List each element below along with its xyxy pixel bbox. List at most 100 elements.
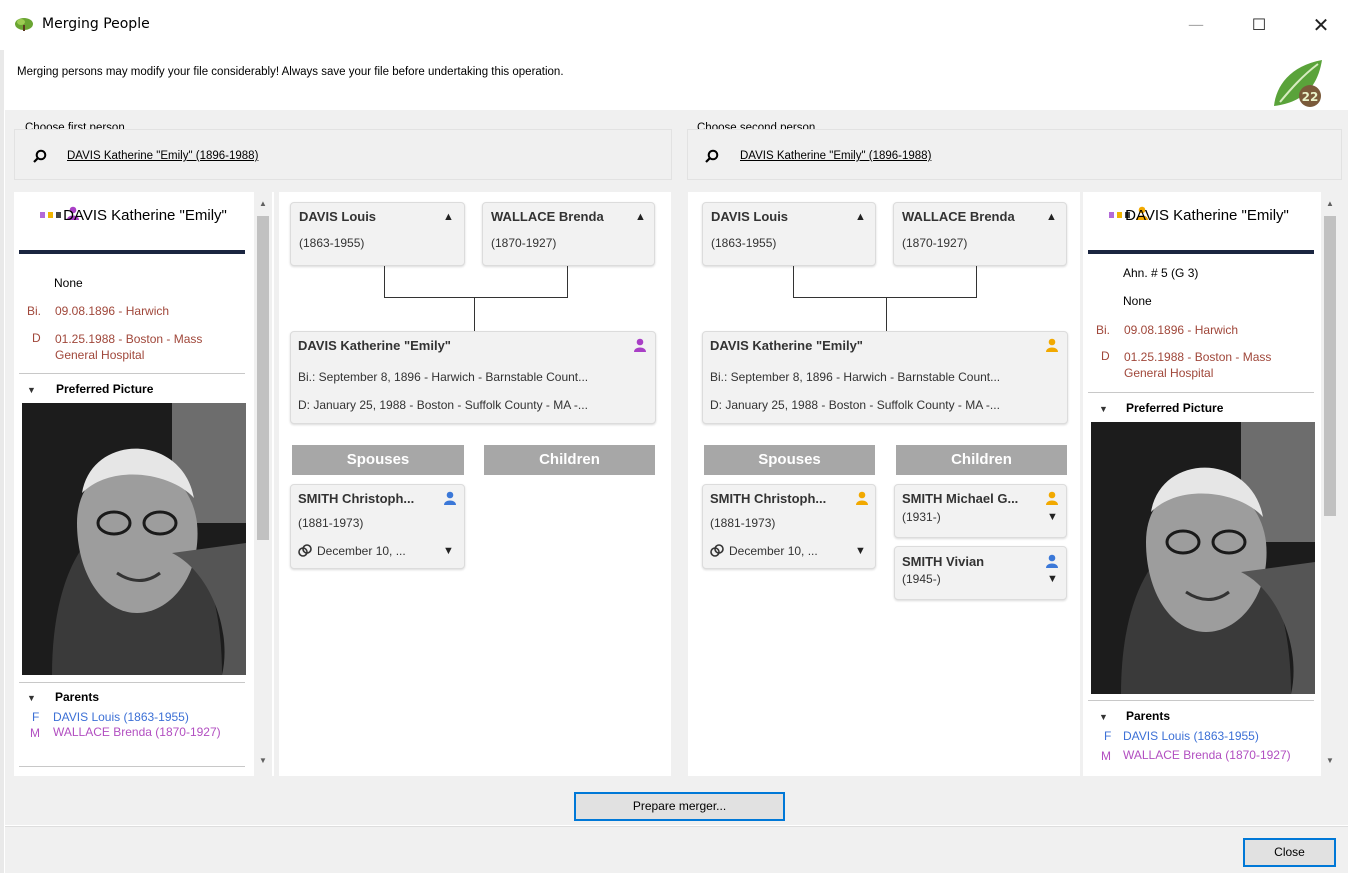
search-icon[interactable] — [705, 149, 719, 163]
father-name: DAVIS Louis — [711, 209, 789, 224]
father-dates: (1863-1955) — [711, 236, 777, 250]
spouse-name: SMITH Christoph... — [298, 491, 415, 506]
marriage-rings-icon — [710, 544, 724, 557]
main-person-card[interactable]: DAVIS Katherine "Emily" Bi.: September 8… — [702, 331, 1068, 424]
father-card[interactable]: DAVIS Louis ▲ (1863-1955) — [702, 202, 876, 266]
main-person-death: D: January 25, 1988 - Boston - Suffolk C… — [298, 398, 588, 412]
bottom-bar — [5, 826, 1348, 873]
mother-dates: (1870-1927) — [491, 236, 557, 250]
connector-line — [793, 297, 977, 298]
child-name: SMITH Michael G... — [902, 491, 1019, 506]
child-card[interactable]: SMITH Vivian (1945-) ▼ — [894, 546, 1067, 600]
mother-card[interactable]: WALLACE Brenda ▲ (1870-1927) — [893, 202, 1067, 266]
expand-up-icon[interactable]: ▲ — [443, 211, 454, 223]
collapse-arrow-icon[interactable]: ▼ — [1099, 404, 1108, 414]
ahnentafel-number: Ahn. # 5 (G 3) — [1123, 266, 1199, 280]
birth-info: 09.08.1896 - Harwich — [1124, 323, 1239, 337]
divider — [19, 373, 245, 374]
marriage-date: December 10, ... — [729, 544, 818, 558]
expand-down-icon[interactable]: ▼ — [1047, 573, 1058, 585]
first-person-link[interactable]: DAVIS Katherine "Emily" (1896-1988) — [67, 150, 258, 162]
connector-line — [384, 297, 568, 298]
second-person-link[interactable]: DAVIS Katherine "Emily" (1896-1988) — [740, 150, 931, 162]
collapse-arrow-icon[interactable]: ▼ — [27, 385, 36, 395]
main-person-name: DAVIS Katherine "Emily" — [298, 338, 451, 353]
mother-dates: (1870-1927) — [902, 236, 968, 250]
right-person-panel: DAVIS Katherine "Emily" Ahn. # 5 (G 3) N… — [1083, 192, 1321, 776]
window-title: Merging People — [42, 16, 150, 32]
child-dates: (1931-) — [902, 510, 941, 524]
main-person-birth: Bi.: September 8, 1896 - Harwich - Barns… — [298, 370, 589, 384]
main-person-name: DAVIS Katherine "Emily" — [710, 338, 863, 353]
father-dates: (1863-1955) — [299, 236, 365, 250]
death-info: 01.25.1988 - Boston - Mass General Hospi… — [1124, 350, 1272, 380]
warning-message: Merging persons may modify your file con… — [17, 66, 564, 78]
father-name: DAVIS Louis — [299, 209, 377, 224]
collapse-arrow-icon[interactable]: ▼ — [1099, 712, 1108, 722]
connector-line — [886, 297, 887, 331]
mother-prefix: M — [1101, 749, 1111, 763]
minimize-button[interactable]: — — [1173, 8, 1219, 42]
expand-up-icon[interactable]: ▲ — [1046, 211, 1057, 223]
spouse-card[interactable]: SMITH Christoph... (1881-1973) December … — [702, 484, 876, 569]
scroll-thumb[interactable] — [257, 216, 269, 540]
maximize-button[interactable]: ☐ — [1236, 8, 1282, 42]
male-person-icon — [856, 491, 868, 505]
main-person-card[interactable]: DAVIS Katherine "Emily" Bi.: September 8… — [290, 331, 656, 424]
father-link[interactable]: DAVIS Louis (1863-1955) — [1123, 729, 1259, 743]
expand-down-icon[interactable]: ▼ — [443, 545, 454, 557]
father-prefix: F — [32, 710, 40, 724]
scroll-up-icon[interactable]: ▲ — [1324, 198, 1336, 210]
connector-line — [567, 266, 568, 297]
mother-name: WALLACE Brenda — [902, 209, 1015, 224]
preferred-picture-header[interactable]: Preferred Picture — [56, 382, 153, 396]
male-person-icon — [1046, 491, 1058, 505]
female-person-icon — [1046, 338, 1058, 352]
female-person-icon — [634, 338, 646, 352]
preferred-picture-header[interactable]: Preferred Picture — [1126, 401, 1223, 415]
person-name: DAVIS Katherine "Emily" — [63, 207, 227, 224]
window-edge — [0, 50, 4, 873]
search-icon[interactable] — [33, 149, 47, 163]
father-card[interactable]: DAVIS Louis ▲ (1863-1955) — [290, 202, 465, 266]
close-window-button[interactable]: ✕ — [1298, 8, 1344, 42]
scroll-down-icon[interactable]: ▼ — [1324, 755, 1336, 767]
parents-header[interactable]: Parents — [1126, 709, 1170, 723]
expand-up-icon[interactable]: ▲ — [635, 211, 646, 223]
death-info: 01.25.1988 - Boston - Mass General Hospi… — [55, 332, 203, 362]
mother-link[interactable]: WALLACE Brenda (1870-1927) — [1123, 749, 1303, 761]
birth-info: 09.08.1896 - Harwich — [55, 304, 170, 318]
child-card[interactable]: SMITH Michael G... (1931-) ▼ — [894, 484, 1067, 538]
divider — [19, 682, 245, 683]
mother-name: WALLACE Brenda — [491, 209, 604, 224]
scroll-up-icon[interactable]: ▲ — [257, 198, 269, 210]
person-photo — [22, 403, 246, 675]
expand-up-icon[interactable]: ▲ — [855, 211, 866, 223]
right-family-tree: DAVIS Louis ▲ (1863-1955) WALLACE Brenda… — [688, 192, 1080, 776]
main-person-death: D: January 25, 1988 - Boston - Suffolk C… — [710, 398, 1000, 412]
expand-down-icon[interactable]: ▼ — [855, 545, 866, 557]
mother-link[interactable]: WALLACE Brenda (1870-1927) — [53, 726, 233, 738]
title-none: None — [54, 276, 83, 290]
logo-version: 22 — [1302, 90, 1319, 104]
mother-prefix: M — [30, 726, 40, 740]
scroll-thumb[interactable] — [1324, 216, 1336, 516]
parents-header[interactable]: Parents — [55, 690, 99, 704]
left-panel-scrollbar[interactable]: ▲ ▼ — [254, 192, 272, 776]
close-button[interactable]: Close — [1243, 838, 1336, 867]
father-link[interactable]: DAVIS Louis (1863-1955) — [53, 710, 189, 724]
connector-line — [976, 266, 977, 297]
collapse-arrow-icon[interactable]: ▼ — [27, 693, 36, 703]
title-none: None — [1123, 294, 1152, 308]
spouse-name: SMITH Christoph... — [710, 491, 827, 506]
person-name: DAVIS Katherine "Emily" — [1125, 207, 1289, 224]
mother-card[interactable]: WALLACE Brenda ▲ (1870-1927) — [482, 202, 655, 266]
prepare-merger-button[interactable]: Prepare merger... — [574, 792, 785, 821]
heredis-logo: 22 — [1274, 60, 1322, 107]
scroll-down-icon[interactable]: ▼ — [257, 755, 269, 767]
expand-down-icon[interactable]: ▼ — [1047, 511, 1058, 523]
father-prefix: F — [1104, 729, 1112, 743]
marriage-rings-icon — [298, 544, 312, 557]
spouse-card[interactable]: SMITH Christoph... (1881-1973) December … — [290, 484, 465, 569]
right-panel-scrollbar[interactable]: ▲ ▼ — [1321, 192, 1339, 776]
